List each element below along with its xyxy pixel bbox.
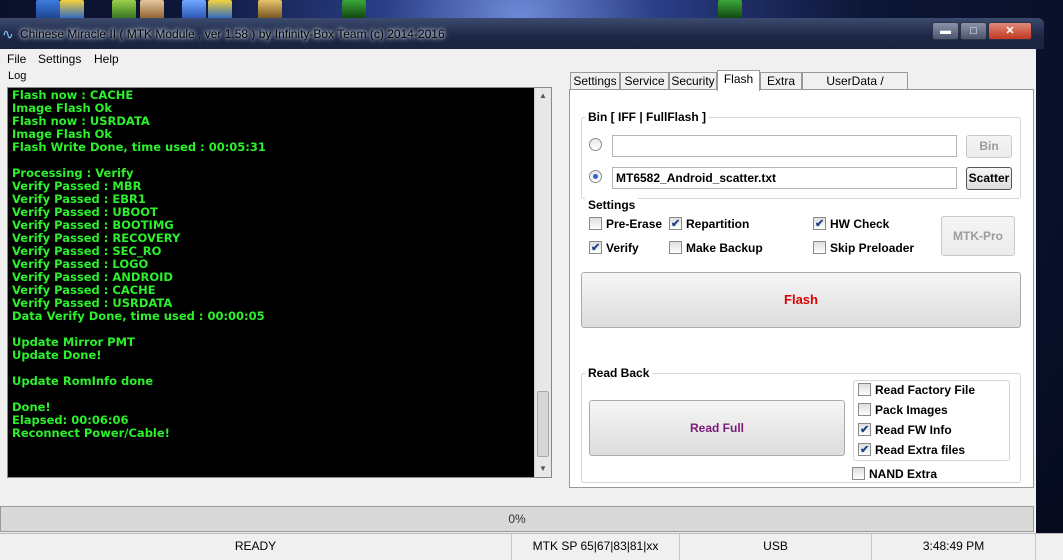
- progress-text: 0%: [508, 512, 526, 526]
- scatter-button[interactable]: Scatter: [966, 167, 1012, 190]
- desktop-shortcut-icon[interactable]: [208, 0, 232, 20]
- minimize-button[interactable]: ▬: [932, 22, 959, 40]
- tab-service[interactable]: Service: [620, 72, 669, 90]
- desktop-shortcut-icon[interactable]: [140, 0, 164, 20]
- desktop-shortcut-icon[interactable]: [718, 0, 742, 20]
- tab-userdata-forensic[interactable]: UserData / Forensic: [802, 72, 908, 105]
- skip-preloader-checkbox[interactable]: Skip Preloader: [813, 241, 923, 255]
- status-time: 3:48:49 PM: [872, 534, 1036, 560]
- read-fw-info-checkbox[interactable]: Read FW Info: [858, 423, 998, 437]
- menu-bar: File Settings Help: [0, 49, 1036, 69]
- checkbox-box: [669, 241, 682, 254]
- status-module: MTK SP 65|67|83|81|xx: [512, 534, 680, 560]
- hw-check-checkbox[interactable]: HW Check: [813, 217, 913, 231]
- app-logo-icon: ∿: [2, 26, 14, 42]
- menu-settings[interactable]: Settings: [38, 52, 81, 66]
- title-bar[interactable]: ∿ Chinese Miracle II ( MTK Module , ver …: [0, 18, 1044, 49]
- verify-checkbox[interactable]: Verify: [589, 241, 659, 255]
- desktop-shortcut-icon[interactable]: [36, 0, 60, 20]
- settings-group-label: Settings: [585, 198, 639, 212]
- menu-help[interactable]: Help: [94, 52, 119, 66]
- checkbox-box: [813, 217, 826, 231]
- status-bar: READY MTK SP 65|67|83|81|xx USB 3:48:49 …: [0, 533, 1063, 560]
- log-line: Reconnect Power/Cable!: [12, 426, 170, 440]
- tab-flash[interactable]: Flash: [717, 70, 760, 91]
- bin-radio[interactable]: [589, 138, 602, 151]
- menu-file[interactable]: File: [7, 52, 26, 66]
- scroll-up-icon[interactable]: ▲: [535, 88, 551, 104]
- checkbox-box: [589, 241, 602, 255]
- checkbox-box: [858, 423, 871, 437]
- desktop-shortcut-icon[interactable]: [342, 0, 366, 20]
- app-window: ∿ Chinese Miracle II ( MTK Module , ver …: [0, 18, 1044, 560]
- read-back-group-label: Read Back: [585, 366, 653, 380]
- scatter-path-field[interactable]: MT6582_Android_scatter.txt: [612, 167, 957, 189]
- nand-extra-checkbox[interactable]: NAND Extra: [852, 467, 972, 481]
- checkbox-box: [858, 443, 871, 457]
- read-factory-file-checkbox[interactable]: Read Factory File: [858, 383, 998, 397]
- make-backup-checkbox[interactable]: Make Backup: [669, 241, 779, 255]
- log-text: Flash now : CACHE Image Flash Ok Flash now…: [12, 89, 532, 440]
- checkbox-box: [852, 467, 865, 480]
- desktop-shortcut-icon[interactable]: [182, 0, 206, 20]
- scroll-thumb[interactable]: [537, 391, 549, 457]
- mtk-pro-button[interactable]: MTK-Pro: [941, 216, 1015, 256]
- bin-group-label: Bin [ IFF | FullFlash ]: [585, 110, 710, 124]
- checkbox-box: [813, 241, 826, 254]
- bin-path-field[interactable]: [612, 135, 957, 157]
- desktop-shortcut-icon[interactable]: [60, 0, 84, 20]
- bin-button[interactable]: Bin: [966, 135, 1012, 158]
- checkbox-box: [858, 383, 871, 396]
- checkbox-box: [589, 217, 602, 230]
- maximize-button[interactable]: □: [960, 22, 987, 40]
- desktop-shortcut-icon[interactable]: [258, 0, 282, 20]
- log-panel[interactable]: Flash now : CACHE Image Flash Ok Flash now…: [7, 87, 552, 478]
- log-line: Update RomInfo done: [12, 374, 154, 388]
- progress-bar: 0%: [0, 506, 1034, 532]
- flash-tab-panel: Bin [ IFF | FullFlash ] Bin MT6582_Andro…: [569, 89, 1034, 488]
- pack-images-checkbox[interactable]: Pack Images: [858, 403, 998, 417]
- scatter-radio[interactable]: [589, 170, 602, 183]
- tab-settings[interactable]: Settings: [570, 72, 620, 90]
- log-line: Flash Write Done, time used : 00:05:31: [12, 140, 266, 154]
- tab-security[interactable]: Security: [669, 72, 717, 90]
- repartition-checkbox[interactable]: Repartition: [669, 217, 779, 231]
- read-extra-files-checkbox[interactable]: Read Extra files: [858, 443, 998, 457]
- log-line: Update Done!: [12, 348, 102, 362]
- desktop-shortcut-icon[interactable]: [112, 0, 136, 20]
- log-line: Data Verify Done, time used : 00:00:05: [12, 309, 265, 323]
- log-label: Log: [8, 70, 27, 82]
- status-state: READY: [0, 534, 512, 560]
- log-scrollbar[interactable]: ▲ ▼: [534, 88, 551, 477]
- checkbox-box: [669, 217, 682, 231]
- read-full-button[interactable]: Read Full: [589, 400, 845, 456]
- scroll-down-icon[interactable]: ▼: [535, 461, 551, 477]
- client-area: File Settings Help Log Flash now : CACHE…: [0, 49, 1036, 560]
- close-button[interactable]: ✕: [988, 22, 1032, 40]
- tab-extra[interactable]: Extra: [760, 72, 802, 90]
- status-port: USB: [680, 534, 872, 560]
- flash-button[interactable]: Flash: [581, 272, 1021, 328]
- checkbox-box: [858, 403, 871, 416]
- window-title: Chinese Miracle II ( MTK Module , ver 1.…: [20, 27, 445, 41]
